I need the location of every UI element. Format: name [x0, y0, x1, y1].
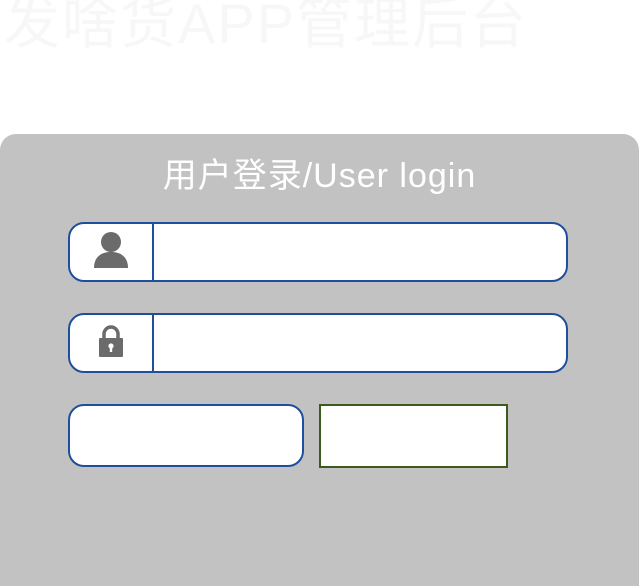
login-heading: 用户登录/User login — [162, 157, 477, 195]
password-icon-cell — [70, 315, 154, 371]
login-page: 发啥货APP管理后台 用户登录/User login — [0, 0, 639, 586]
username-input[interactable] — [156, 224, 556, 280]
lock-icon — [97, 324, 125, 363]
username-icon-cell — [70, 224, 154, 280]
password-input[interactable] — [156, 315, 556, 371]
app-title: 发啥货APP管理后台 — [4, 0, 529, 55]
login-panel: 用户登录/User login — [0, 134, 639, 586]
captcha-image[interactable] — [319, 404, 508, 468]
user-icon — [93, 231, 129, 274]
captcha-input[interactable] — [68, 404, 304, 467]
password-field — [68, 313, 568, 373]
username-field — [68, 222, 568, 282]
